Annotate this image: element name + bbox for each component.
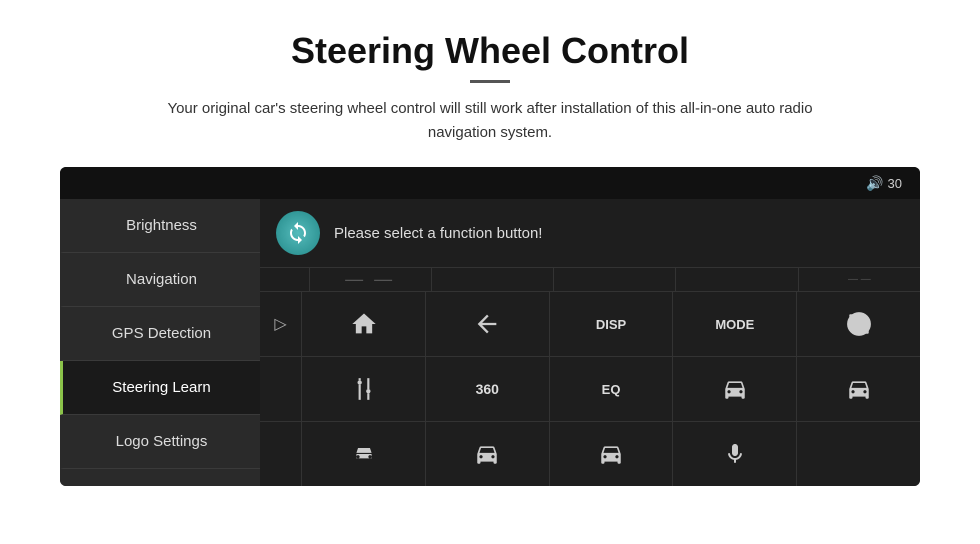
car-screen: 🔊 30 Brightness Navigation GPS Detection… xyxy=(60,167,920,486)
mode-button[interactable]: MODE xyxy=(673,292,797,356)
360-button[interactable]: 360 xyxy=(426,357,550,421)
content-header: Please select a function button! xyxy=(260,199,920,268)
back-button[interactable] xyxy=(426,292,550,356)
sync-icon xyxy=(276,211,320,255)
page-title: Steering Wheel Control xyxy=(291,30,689,72)
top-bar: 🔊 30 xyxy=(60,167,920,199)
no-phone-button[interactable] xyxy=(797,292,920,356)
disp-button[interactable]: DISP xyxy=(550,292,674,356)
volume-icon: 🔊 xyxy=(866,175,883,192)
cursor-cell: ▷ xyxy=(260,292,302,356)
sidebar-item-brightness[interactable]: Brightness xyxy=(60,199,260,253)
grid-row-2: 360 EQ xyxy=(260,357,920,422)
car-right-button[interactable] xyxy=(797,357,920,421)
empty-last-cell xyxy=(797,422,920,486)
sidebar-item-gps-detection[interactable]: GPS Detection xyxy=(60,307,260,361)
main-content: Please select a function button! — — — —… xyxy=(260,199,920,486)
car-with-arrow-button[interactable] xyxy=(426,422,550,486)
cursor-arrow: ▷ xyxy=(274,314,286,334)
mic-button[interactable] xyxy=(673,422,797,486)
car-back-button[interactable] xyxy=(550,422,674,486)
eq-button[interactable]: EQ xyxy=(550,357,674,421)
music-car-button[interactable] xyxy=(673,357,797,421)
page-subtitle: Your original car's steering wheel contr… xyxy=(140,97,840,145)
sidebar: Brightness Navigation GPS Detection Stee… xyxy=(60,199,260,486)
car-front-button[interactable] xyxy=(302,422,426,486)
sidebar-item-steering-learn[interactable]: Steering Learn xyxy=(60,361,260,415)
sidebar-item-navigation[interactable]: Navigation xyxy=(60,253,260,307)
sidebar-item-logo-settings[interactable]: Logo Settings xyxy=(60,415,260,469)
screen-body: Brightness Navigation GPS Detection Stee… xyxy=(60,199,920,486)
volume-indicator: 🔊 30 xyxy=(866,175,902,192)
volume-level: 30 xyxy=(888,176,902,191)
home-button[interactable] xyxy=(302,292,426,356)
empty-cursor-2 xyxy=(260,357,302,421)
grid-row-3 xyxy=(260,422,920,486)
header-message: Please select a function button! xyxy=(334,225,542,242)
settings-button[interactable] xyxy=(302,357,426,421)
empty-cursor-3 xyxy=(260,422,302,486)
title-divider xyxy=(470,80,510,83)
grid-row-1: ▷ DISP MODE xyxy=(260,292,920,357)
